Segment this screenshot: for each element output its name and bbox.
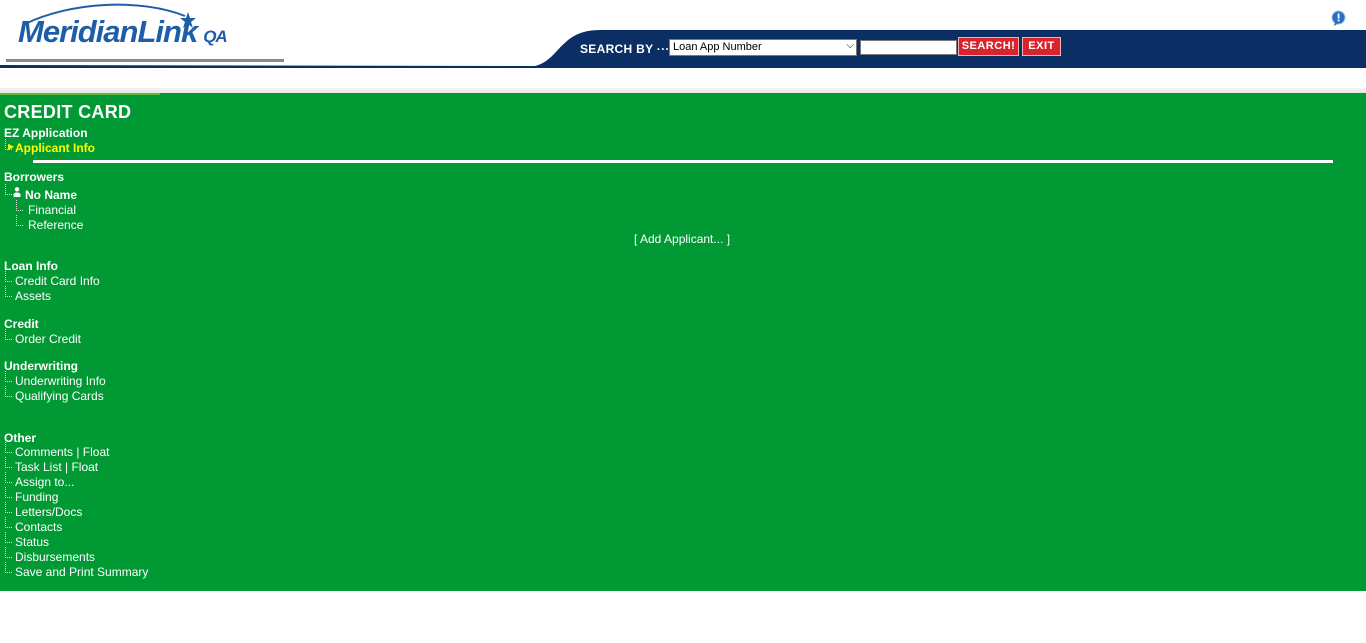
section-underwriting: Underwriting — [4, 359, 78, 373]
search-button[interactable]: SEARCH! — [958, 37, 1019, 56]
nav-item-credit-card-info[interactable]: Credit Card Info — [15, 274, 100, 288]
tree-line — [5, 517, 12, 528]
nav-item-applicant-info[interactable]: Applicant Info — [15, 141, 95, 155]
nav-item-status[interactable]: Status — [15, 535, 49, 549]
logo-env: QA — [203, 27, 227, 46]
nav-item-comments[interactable]: Comments | Float — [15, 445, 109, 459]
arrow-right-icon: ▶ — [8, 142, 15, 151]
nav-item-reference[interactable]: Reference — [28, 218, 83, 232]
nav-item-order-credit[interactable]: Order Credit — [15, 332, 81, 346]
exit-button[interactable]: EXIT — [1022, 37, 1061, 56]
nav-item-underwriting-info[interactable]: Underwriting Info — [15, 374, 106, 388]
section-divider — [33, 160, 1333, 163]
nav-item-assets[interactable]: Assets — [15, 289, 51, 303]
search-type-select[interactable]: Loan App Number ⌵ — [669, 39, 857, 56]
person-icon — [13, 187, 21, 197]
nav-item-qualifying-cards[interactable]: Qualifying Cards — [15, 389, 104, 403]
tree-line — [5, 184, 12, 195]
header: MeridianLink QA SEARCH BY ···> Loan App N… — [0, 0, 1366, 68]
nav-item-borrower-name[interactable]: No Name — [25, 188, 77, 202]
tree-line — [5, 286, 12, 297]
chevron-down-icon: ⌵ — [846, 40, 854, 51]
section-ez-application: EZ Application — [4, 126, 88, 140]
tree-line — [5, 562, 12, 573]
page-title: CREDIT CARD — [4, 102, 132, 122]
add-applicant-link[interactable]: [ Add Applicant... ] — [634, 232, 730, 246]
nav-item-letters-docs[interactable]: Letters/Docs — [15, 505, 82, 519]
tree-line — [5, 457, 12, 468]
search-input[interactable] — [860, 40, 957, 55]
meridianlink-logo: MeridianLink QA — [18, 14, 228, 50]
tree-line — [5, 547, 12, 558]
tree-line — [5, 329, 12, 340]
help-chat-icon[interactable] — [1330, 10, 1347, 27]
section-borrowers: Borrowers — [4, 170, 65, 184]
tree-line — [5, 271, 12, 282]
tree-line — [5, 487, 12, 498]
tree-line — [16, 200, 23, 211]
nav-item-financial[interactable]: Financial — [28, 203, 76, 217]
nav-item-task-list[interactable]: Task List | Float — [15, 460, 98, 474]
tree-line — [5, 472, 12, 483]
tree-line — [5, 371, 12, 382]
tree-line — [5, 386, 12, 397]
navigation-panel: CREDIT CARD EZ Application ▶ Applicant I… — [0, 93, 1366, 591]
search-by-label: SEARCH BY ···> — [580, 42, 677, 56]
logo-underline — [6, 59, 284, 62]
logo-text: MeridianLink — [18, 14, 198, 49]
tree-line — [5, 532, 12, 543]
nav-item-funding[interactable]: Funding — [15, 490, 58, 504]
nav-item-contacts[interactable]: Contacts — [15, 520, 62, 534]
tree-line — [16, 215, 23, 226]
nav-item-save-print-summary[interactable]: Save and Print Summary — [15, 565, 148, 579]
section-loan-info: Loan Info — [4, 259, 58, 273]
nav-item-disbursements[interactable]: Disbursements — [15, 550, 95, 564]
tree-line — [5, 442, 12, 453]
search-type-value: Loan App Number — [673, 41, 762, 53]
tree-line — [5, 502, 12, 513]
nav-item-assign-to[interactable]: Assign to... — [15, 475, 74, 489]
panel-top-line — [0, 93, 160, 95]
